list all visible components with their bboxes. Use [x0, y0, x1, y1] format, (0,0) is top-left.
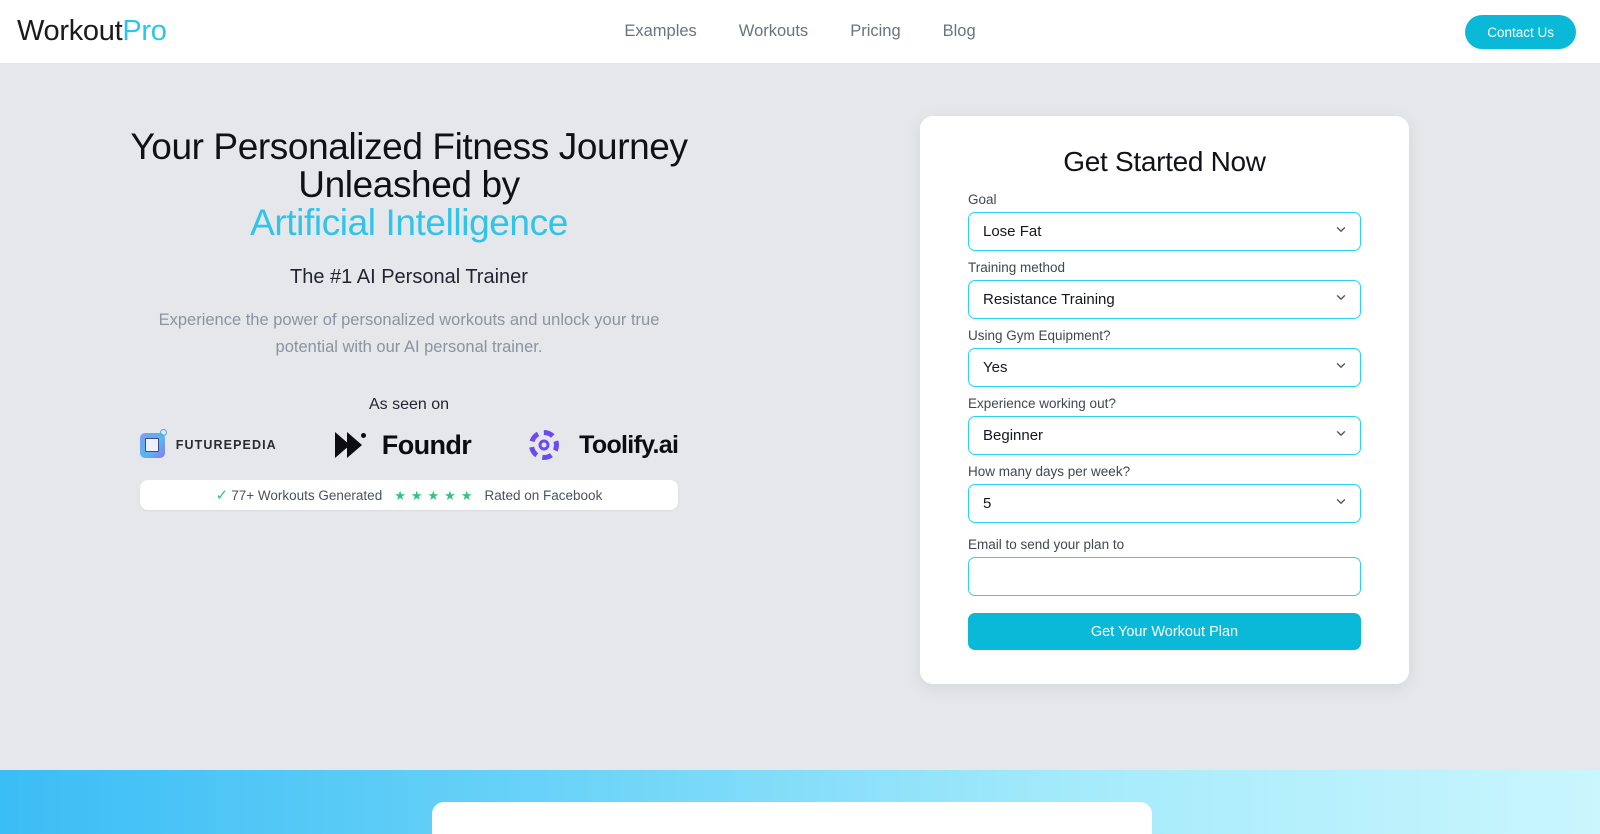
field-training-method: Training method Resistance Training: [968, 260, 1361, 319]
headline-line-1: Your Personalized Fitness Journey: [130, 126, 688, 167]
workouts-generated: ✓ 77+ Workouts Generated: [216, 488, 383, 503]
select-goal[interactable]: Lose Fat: [968, 212, 1361, 251]
brand-name-primary: Workout: [17, 15, 123, 47]
get-started-form-card: Get Started Now Goal Lose Fat Training m…: [920, 116, 1409, 684]
hero-tagline: The #1 AI Personal Trainer: [290, 266, 528, 289]
star-icon: ★: [394, 487, 406, 503]
as-seen-on-label: As seen on: [368, 396, 450, 414]
hero-description: Experience the power of personalized wor…: [158, 311, 660, 356]
select-gym-equipment[interactable]: Yes: [968, 348, 1361, 387]
futurepedia-logo: FUTUREPEDIA: [139, 428, 277, 462]
label-experience: Experience working out?: [968, 396, 1116, 411]
page-title: Your Personalized Fitness Journey Unleas…: [64, 126, 754, 244]
select-wrap-days-per-week: 5: [968, 484, 1361, 523]
workouts-generated-label: 77+ Workouts Generated: [231, 487, 383, 503]
toolify-logo: Toolify.ai: [529, 428, 679, 462]
star-icon: ★: [460, 487, 473, 503]
select-wrap-gym-equipment: Yes: [968, 348, 1361, 387]
select-wrap-training-method: Resistance Training: [968, 280, 1361, 319]
press-logos: FUTUREPEDIA Foundr Toolify.ai: [64, 428, 754, 462]
futurepedia-logo-label: FUTUREPEDIA: [175, 438, 277, 453]
star-icon: ★: [427, 487, 440, 503]
nav-link-pricing[interactable]: Pricing: [850, 22, 900, 41]
nav-link-blog[interactable]: Blog: [943, 22, 976, 41]
rated-on-label: Rated on Facebook: [484, 487, 603, 503]
star-icon: ★: [444, 487, 456, 503]
site-header: WorkoutPro Examples Workouts Pricing Blo…: [0, 0, 1600, 64]
futurepedia-icon: [139, 428, 167, 458]
nav-link-workouts[interactable]: Workouts: [739, 22, 808, 41]
field-goal: Goal Lose Fat: [968, 192, 1361, 251]
select-training-method[interactable]: Resistance Training: [968, 280, 1361, 319]
headline-accent: Artificial Intelligence: [250, 202, 568, 244]
label-days-per-week: How many days per week?: [968, 464, 1131, 479]
star-icon: ★: [410, 487, 423, 503]
foundr-logo: Foundr: [334, 428, 472, 462]
field-days-per-week: How many days per week? 5: [968, 464, 1361, 523]
field-gym-equipment: Using Gym Equipment? Yes: [968, 328, 1361, 387]
nav-link-examples[interactable]: Examples: [624, 22, 696, 41]
hero-section: Your Personalized Fitness Journey Unleas…: [0, 64, 1600, 770]
headline-line-2: Unleashed by: [298, 164, 520, 206]
contact-us-button[interactable]: Contact Us: [1465, 15, 1576, 49]
label-goal: Goal: [968, 192, 997, 207]
main-nav: Examples Workouts Pricing Blog: [624, 22, 975, 41]
brand-logo[interactable]: WorkoutPro: [17, 15, 167, 48]
toolify-gear-icon: [529, 430, 560, 461]
select-experience[interactable]: Beginner: [968, 416, 1361, 455]
label-gym-equipment: Using Gym Equipment?: [968, 328, 1111, 343]
select-wrap-goal: Lose Fat: [968, 212, 1361, 251]
label-email: Email to send your plan to: [968, 537, 1125, 552]
star-rating: ★ ★ ★ ★ ★: [394, 489, 472, 502]
field-email: Email to send your plan to: [968, 537, 1361, 596]
form-title: Get Started Now: [1063, 146, 1266, 177]
hero-copy: Your Personalized Fitness Journey Unleas…: [64, 64, 754, 511]
email-input[interactable]: [968, 557, 1361, 596]
select-wrap-experience: Beginner: [968, 416, 1361, 455]
toolify-logo-label: Toolify.ai: [579, 430, 679, 459]
check-icon: ✓: [215, 486, 229, 504]
foundr-logo-label: Foundr: [381, 429, 472, 460]
get-workout-plan-button[interactable]: Get Your Workout Plan: [968, 613, 1361, 650]
field-experience: Experience working out? Beginner: [968, 396, 1361, 455]
gradient-section-card: [432, 802, 1152, 834]
brand-name-accent: Pro: [122, 15, 167, 47]
foundr-play-icon: [334, 432, 366, 459]
select-days-per-week[interactable]: 5: [968, 484, 1361, 523]
gradient-section: [0, 770, 1600, 834]
label-training-method: Training method: [968, 260, 1066, 275]
social-proof-bar: ✓ 77+ Workouts Generated ★ ★ ★ ★ ★ Rated…: [140, 480, 678, 511]
